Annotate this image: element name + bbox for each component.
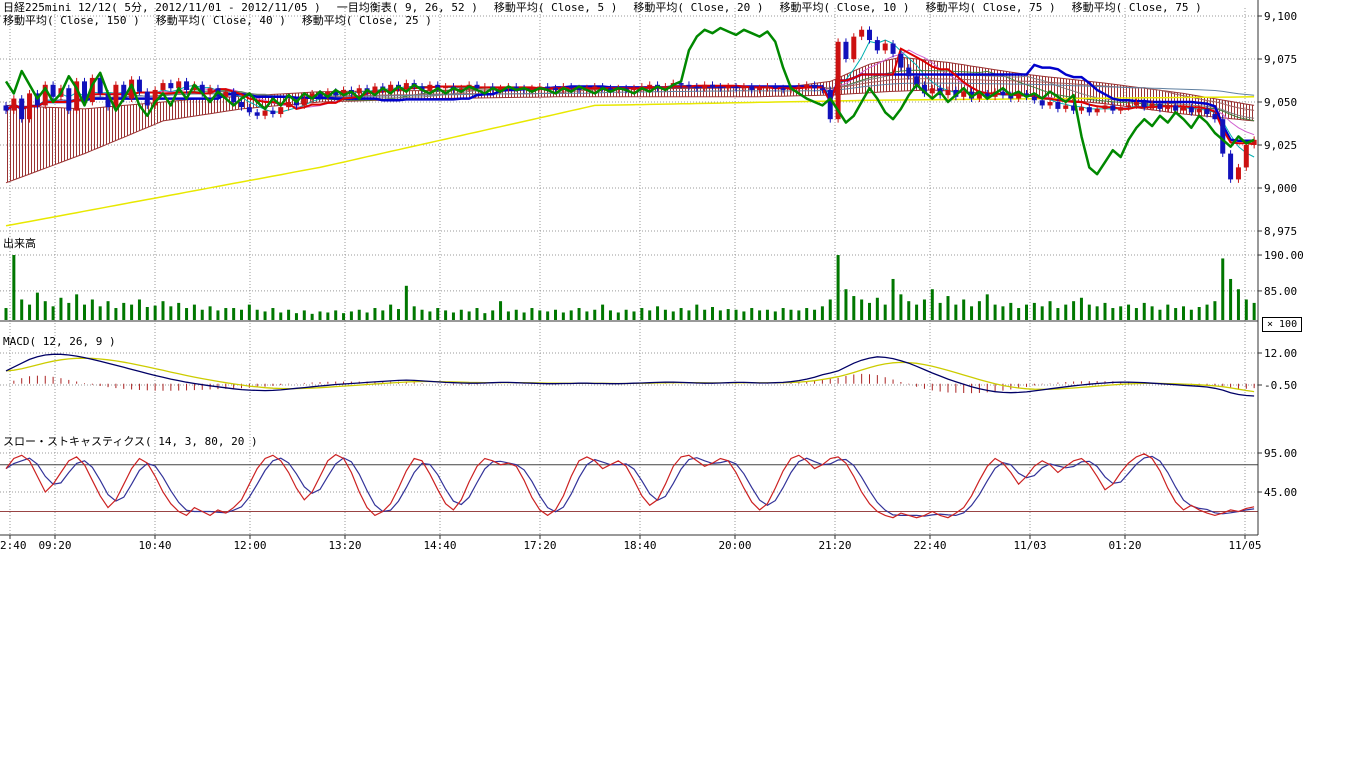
indicator-label: 移動平均( Close, 10 ) <box>779 2 909 14</box>
indicator-label: 移動平均( Close, 75 ) <box>926 2 1056 14</box>
y-axis-label: 9,050 <box>1264 96 1297 109</box>
x-axis-label: 01:20 <box>1108 539 1141 552</box>
y-axis-label: 45.00 <box>1264 486 1297 499</box>
chart-canvas[interactable]: 9,100 9,075 9,050 9,025 9,000 8,975 190.00 85.0… <box>0 0 1366 560</box>
y-axis-label: 9,000 <box>1264 182 1297 195</box>
x-axis-label: 12:00 <box>233 539 266 552</box>
x-axis-label: 09:20 <box>38 539 71 552</box>
indicator-label: 日経225mini 12/12( 5分, 2012/11/01 - 2012/1… <box>3 2 321 14</box>
volume-pane-label: 出来高 <box>3 238 36 250</box>
y-axis-label: 9,100 <box>1264 10 1297 23</box>
y-axis-label: 85.00 <box>1264 285 1297 298</box>
x-axis-label: 21:20 <box>818 539 851 552</box>
x-axis-label: 11/03 <box>1013 539 1046 552</box>
x-axis-label: 20:00 <box>718 539 751 552</box>
x-axis-label: 10:40 <box>138 539 171 552</box>
indicator-label: 移動平均( Close, 75 ) <box>1072 2 1202 14</box>
y-axis-label: 95.00 <box>1264 447 1297 460</box>
x-axis-label: 13:20 <box>328 539 361 552</box>
y-axis-label: 9,025 <box>1264 139 1297 152</box>
y-axis-label: 190.00 <box>1264 249 1304 262</box>
volume-bars <box>5 255 1256 320</box>
chart-application-window: 日経225mini 12/12( 5分, 2012/11/01 - 2012/1… <box>0 0 1366 768</box>
x-axis-label: 14:40 <box>423 539 456 552</box>
x-axis-label: 18:40 <box>623 539 656 552</box>
x-axis-label: 22:40 <box>913 539 946 552</box>
indicator-header-line1: 日経225mini 12/12( 5分, 2012/11/01 - 2012/1… <box>3 2 1202 14</box>
indicator-header-line2: 移動平均( Close, 150 ) 移動平均( Close, 40 ) 移動平均(… <box>3 15 432 27</box>
volume-multiplier-badge: × 100 <box>1262 317 1302 332</box>
stochastics-pane-label: スロー・ストキャスティクス( 14, 3, 80, 20 ) <box>3 436 258 448</box>
indicator-label: 移動平均( Close, 20 ) <box>633 2 763 14</box>
indicator-label: 移動平均( Close, 40 ) <box>156 15 286 27</box>
indicator-label: 一目均衡表( 9, 26, 52 ) <box>337 2 478 14</box>
stoch-k-line <box>6 454 1254 518</box>
x-axis-label: 11/05 <box>1228 539 1261 552</box>
y-axis-label: -0.50 <box>1264 379 1297 392</box>
indicator-label: 移動平均( Close, 25 ) <box>302 15 432 27</box>
x-axis-labels: 02:40 09:20 10:40 12:00 13:20 14:40 17:20 18:40… <box>0 539 1262 552</box>
indicator-label: 移動平均( Close, 5 ) <box>494 2 617 14</box>
indicator-label: 移動平均( Close, 150 ) <box>3 15 140 27</box>
y-axis-label: 9,075 <box>1264 53 1297 66</box>
macd-line <box>6 354 1254 396</box>
x-axis-label: 02:40 <box>0 539 27 552</box>
x-axis-label: 17:20 <box>523 539 556 552</box>
y-axis-label: 8,975 <box>1264 225 1297 238</box>
y-axis-label: 12.00 <box>1264 347 1297 360</box>
y-axis-labels: 9,100 9,075 9,050 9,025 9,000 8,975 190.00 85.0… <box>1264 10 1304 499</box>
macd-pane-label: MACD( 12, 26, 9 ) <box>3 336 116 348</box>
